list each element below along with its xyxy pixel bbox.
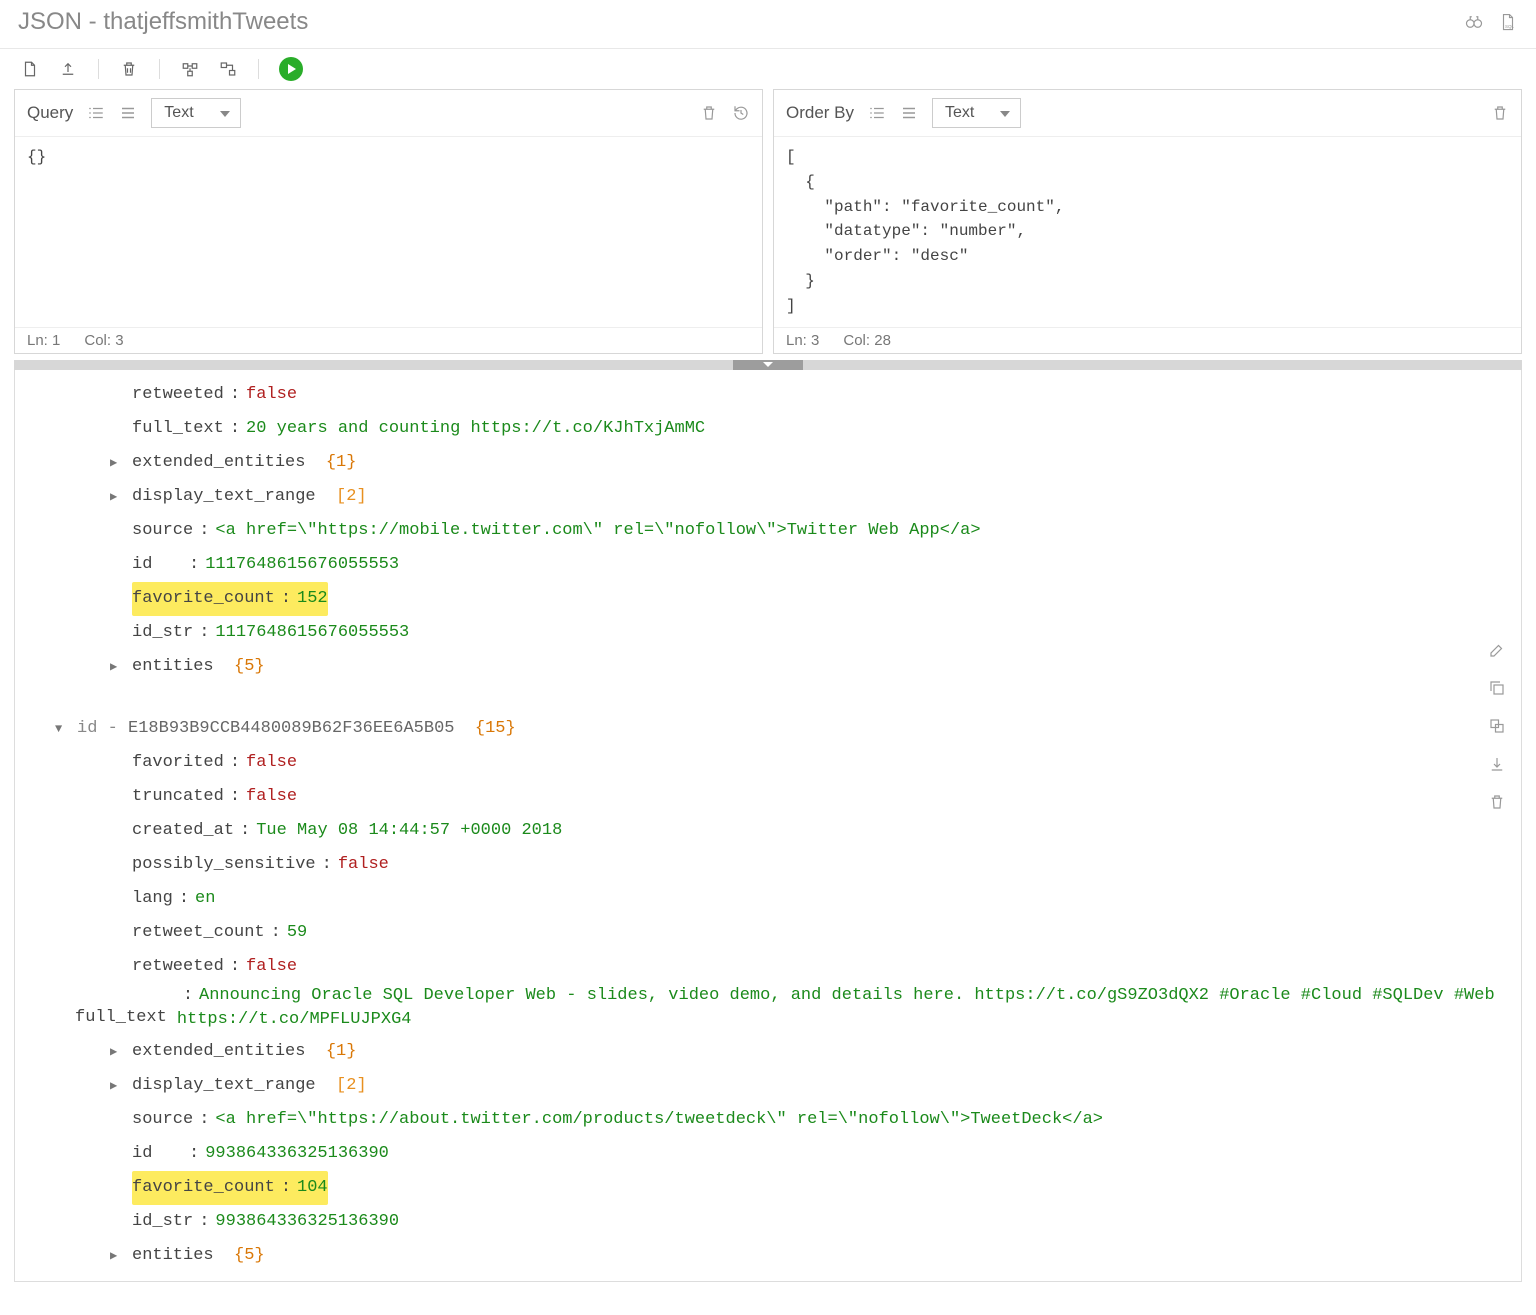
upload-icon[interactable] [58,59,78,79]
orderby-panel-title: Order By [786,103,854,123]
toggle-icon[interactable]: ▼ [55,717,69,741]
tree-row[interactable]: ▶ display_text_range [2] [15,1069,1521,1103]
orderby-panel: Order By Text [ { "path": "favorite_coun… [773,89,1522,354]
query-format-dropdown[interactable]: Text [151,98,240,128]
page-header: JSON - thatjeffsmithTweets SQL [0,0,1536,49]
svg-text:SQL: SQL [1505,24,1515,29]
diagram-icon[interactable] [180,59,200,79]
expand-list-icon[interactable] [87,104,105,122]
page-title: JSON - thatjeffsmithTweets [18,8,308,36]
relations-icon[interactable] [218,59,238,79]
copy-icon[interactable] [1487,678,1507,698]
toggle-icon[interactable]: ▶ [110,451,124,475]
tree-row[interactable]: ▶ source:<a href=\"https://mobile.twitte… [15,514,1521,548]
tree-row[interactable]: ▶ truncated:false [15,780,1521,814]
tree-row[interactable]: ▶ favorited:false [15,746,1521,780]
orderby-format-dropdown[interactable]: Text [932,98,1021,128]
query-panel-head: Query Text [15,90,762,137]
tree-row[interactable]: ▶ id_str:1117648615676055553 [15,616,1521,650]
list-icon[interactable] [119,104,137,122]
toolbar-group-view [180,59,238,79]
toolbar-group-run [279,57,303,81]
expand-list-icon[interactable] [868,104,886,122]
tree-row[interactable]: ▶ entities {5} [15,650,1521,684]
binoculars-icon[interactable] [1464,12,1484,32]
query-line-status: Ln: 1 [27,332,60,349]
tree-row[interactable]: ▶ extended_entities {1} [15,446,1521,480]
record-actions [1487,640,1507,812]
tree-record-header[interactable]: ▼ id - E18B93B9CCB4480089B62F36EE6A5B05 … [15,712,1521,746]
splitter-handle[interactable] [733,360,803,370]
tree-row[interactable]: ▶ id :993864336325136390 [15,1137,1521,1171]
main-toolbar [0,49,1536,89]
edit-icon[interactable] [1487,640,1507,660]
orderby-panel-head: Order By Text [774,90,1521,137]
tree-row[interactable]: ▶ retweet_count:59 [15,916,1521,950]
trash-icon[interactable] [1491,104,1509,122]
history-icon[interactable] [732,104,750,122]
toolbar-divider [258,59,259,79]
tree-row[interactable]: ▶ full_text:20 years and counting https:… [15,412,1521,446]
tree-row[interactable]: ▶ id_str:993864336325136390 [15,1205,1521,1239]
trash-icon[interactable] [1487,792,1507,812]
toggle-icon[interactable]: ▶ [110,485,124,509]
new-document-icon[interactable] [20,59,40,79]
tree-row[interactable]: ▶ lang:en [15,882,1521,916]
query-panel-title: Query [27,103,73,123]
run-button[interactable] [279,57,303,81]
tree-row[interactable]: ▶ possibly_sensitive:false [15,848,1521,882]
tree-row[interactable]: ▶ favorite_count:152 [15,582,1521,616]
tree-row-fulltext[interactable]: full_text :Announcing Oracle SQL Develop… [15,984,1521,1035]
tree-row[interactable]: ▶ id :1117648615676055553 [15,548,1521,582]
toolbar-group-delete [119,59,139,79]
tree-row[interactable]: ▶ favorite_count:104 [15,1171,1521,1205]
toolbar-group-file [20,59,78,79]
horizontal-splitter[interactable] [14,360,1522,370]
toolbar-divider [98,59,99,79]
json-tree: ▶ retweeted:false ▶ full_text:20 years a… [15,378,1521,1273]
toolbar-divider [159,59,160,79]
header-actions: SQL [1464,12,1518,32]
query-panel: Query Text {} Ln: 1 Col: 3 [14,89,763,354]
orderby-line-status: Ln: 3 [786,332,819,349]
toggle-icon[interactable]: ▶ [110,1040,124,1064]
tree-row[interactable]: ▶ entities {5} [15,1239,1521,1273]
orderby-editor[interactable]: [ { "path": "favorite_count", "datatype"… [774,137,1521,327]
results-panel: ▶ retweeted:false ▶ full_text:20 years a… [14,370,1522,1282]
tree-row[interactable]: ▶ extended_entities {1} [15,1035,1521,1069]
query-panel-status: Ln: 1 Col: 3 [15,327,762,353]
tree-row[interactable]: ▶ source:<a href=\"https://about.twitter… [15,1103,1521,1137]
trash-icon[interactable] [700,104,718,122]
tree-row[interactable]: ▶ created_at:Tue May 08 14:44:57 +0000 2… [15,814,1521,848]
orderby-col-status: Col: 28 [843,332,891,349]
editor-panels: Query Text {} Ln: 1 Col: 3 [0,89,1536,360]
trash-icon[interactable] [119,59,139,79]
tree-row[interactable]: ▶ retweeted:false [15,378,1521,412]
toggle-icon[interactable]: ▶ [110,1074,124,1098]
toggle-icon[interactable]: ▶ [110,655,124,679]
record-id-label: id - E18B93B9CCB4480089B62F36EE6A5B05 {1… [77,712,516,746]
duplicate-icon[interactable] [1487,716,1507,736]
query-col-status: Col: 3 [84,332,123,349]
toggle-icon[interactable]: ▶ [110,1244,124,1268]
sql-file-icon[interactable]: SQL [1498,12,1518,32]
tree-row[interactable]: ▶ retweeted:false [15,950,1521,984]
tree-row[interactable]: ▶ display_text_range [2] [15,480,1521,514]
orderby-panel-status: Ln: 3 Col: 28 [774,327,1521,353]
query-editor[interactable]: {} [15,137,762,327]
list-icon[interactable] [900,104,918,122]
download-icon[interactable] [1487,754,1507,774]
